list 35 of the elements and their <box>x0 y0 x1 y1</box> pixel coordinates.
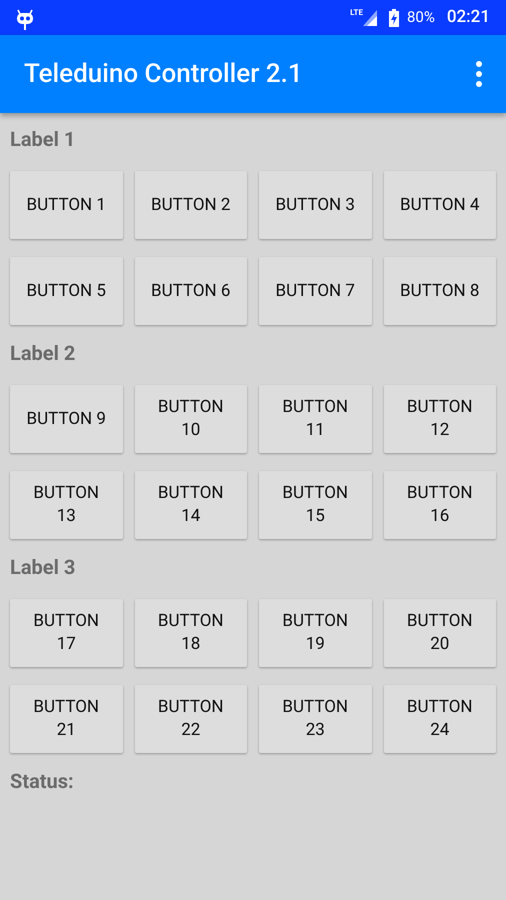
status-label: Status: <box>10 769 75 793</box>
signal-icon <box>363 10 377 26</box>
control-button[interactable]: BUTTON 9 <box>10 385 122 453</box>
control-button[interactable]: BUTTON 7 <box>259 257 372 325</box>
robot-icon <box>16 8 34 30</box>
control-button[interactable]: BUTTON 16 <box>384 471 496 539</box>
control-button[interactable]: BUTTON 2 <box>134 171 247 239</box>
control-button[interactable]: BUTTON 1 <box>10 171 122 239</box>
section-label: Label 2 <box>10 341 76 365</box>
battery-charging-icon <box>389 8 399 26</box>
control-button[interactable]: BUTTON 4 <box>384 171 496 239</box>
control-button[interactable]: BUTTON 21 <box>10 685 122 753</box>
control-button[interactable]: BUTTON 10 <box>134 385 247 453</box>
control-button[interactable]: BUTTON 8 <box>384 257 496 325</box>
control-button[interactable]: BUTTON 15 <box>259 471 372 539</box>
control-button[interactable]: BUTTON 3 <box>259 171 372 239</box>
control-button[interactable]: BUTTON 13 <box>10 471 122 539</box>
control-button[interactable]: BUTTON 5 <box>10 257 122 325</box>
app-title: Teleduino Controller 2.1 <box>24 58 304 90</box>
battery-level: 80% <box>407 7 435 28</box>
section-label: Label 1 <box>10 127 76 151</box>
control-button[interactable]: BUTTON 14 <box>134 471 247 539</box>
control-button[interactable]: BUTTON 23 <box>259 685 372 753</box>
control-button[interactable]: BUTTON 19 <box>259 599 372 667</box>
control-button[interactable]: BUTTON 18 <box>134 599 247 667</box>
control-button[interactable]: BUTTON 22 <box>134 685 247 753</box>
control-button[interactable]: BUTTON 24 <box>384 685 496 753</box>
control-button[interactable]: BUTTON 11 <box>259 385 372 453</box>
control-button[interactable]: BUTTON 12 <box>384 385 496 453</box>
section-label: Label 3 <box>10 555 76 579</box>
control-button[interactable]: BUTTON 17 <box>10 599 122 667</box>
control-button[interactable]: BUTTON 6 <box>134 257 247 325</box>
control-button[interactable]: BUTTON 20 <box>384 599 496 667</box>
clock: 02:21 <box>446 6 490 29</box>
network-type: LTE <box>350 7 363 19</box>
